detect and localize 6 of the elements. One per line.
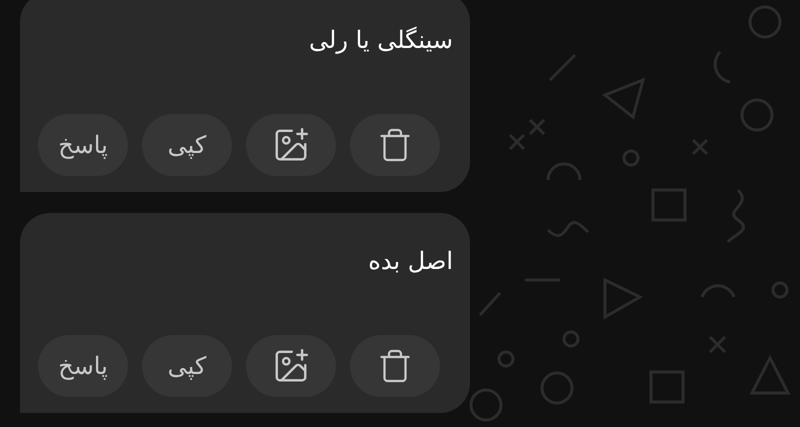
message-text: اصل بده	[368, 246, 453, 277]
action-button[interactable]: پاسخ	[38, 114, 128, 176]
action-button[interactable]: کپی	[142, 335, 232, 397]
message-text: سینگلی یا رلی	[309, 25, 453, 56]
action-button[interactable]: کپی	[142, 114, 232, 176]
action-button[interactable]: پاسخ	[38, 335, 128, 397]
